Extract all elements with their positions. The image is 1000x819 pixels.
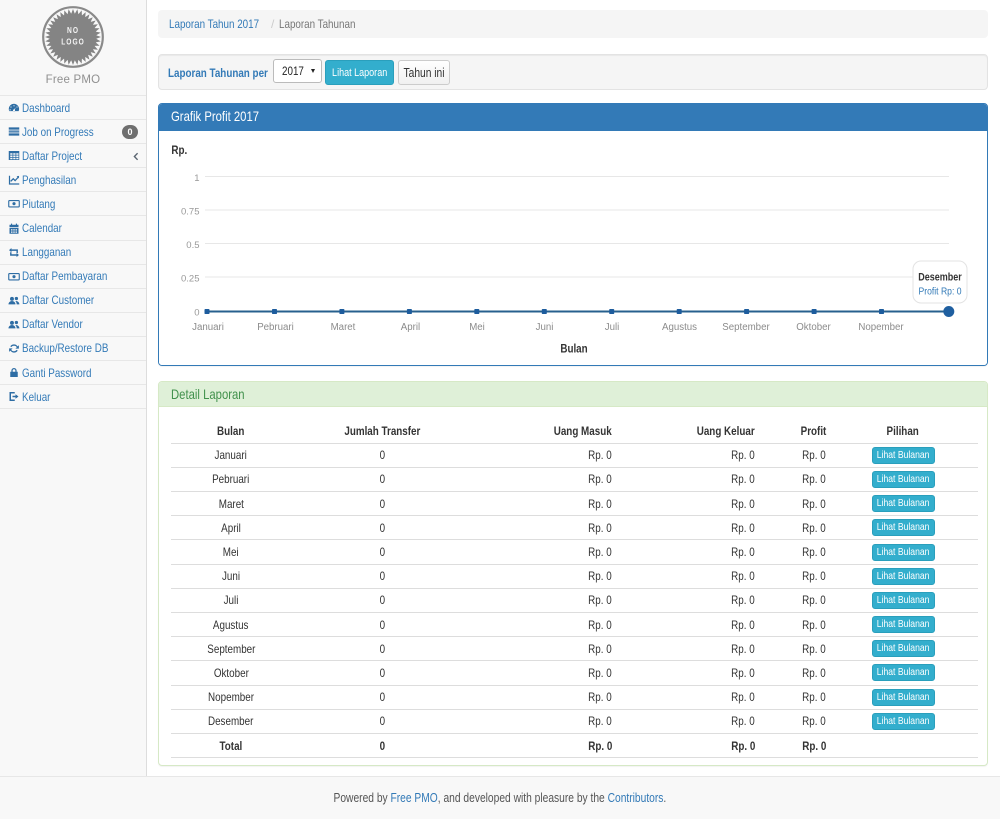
svg-text:Desember: Desember	[918, 272, 962, 284]
svg-text:Juni: Juni	[536, 322, 554, 333]
svg-text:LOGO: LOGO	[61, 37, 85, 47]
svg-text:Januari: Januari	[192, 322, 224, 333]
svg-text:Nopember: Nopember	[858, 322, 904, 333]
svg-text:September: September	[722, 322, 770, 333]
svg-text:Oktober: Oktober	[796, 322, 831, 333]
svg-text:Juli: Juli	[605, 322, 620, 333]
svg-text:Maret: Maret	[331, 322, 356, 333]
svg-text:NO: NO	[67, 25, 79, 35]
svg-text:Agustus: Agustus	[662, 322, 697, 333]
svg-text:0: 0	[194, 307, 199, 318]
svg-text:Mei: Mei	[469, 322, 485, 333]
svg-text:Pebruari: Pebruari	[257, 322, 294, 333]
svg-text:Bulan: Bulan	[560, 343, 588, 356]
svg-text:1: 1	[194, 173, 199, 184]
svg-text:0.25: 0.25	[181, 273, 200, 284]
svg-text:Profit Rp: 0: Profit Rp: 0	[918, 286, 961, 298]
svg-text:0.5: 0.5	[186, 240, 199, 251]
svg-text:April: April	[401, 322, 420, 333]
svg-text:0.75: 0.75	[181, 206, 200, 217]
svg-text:Rp.: Rp.	[171, 144, 187, 157]
